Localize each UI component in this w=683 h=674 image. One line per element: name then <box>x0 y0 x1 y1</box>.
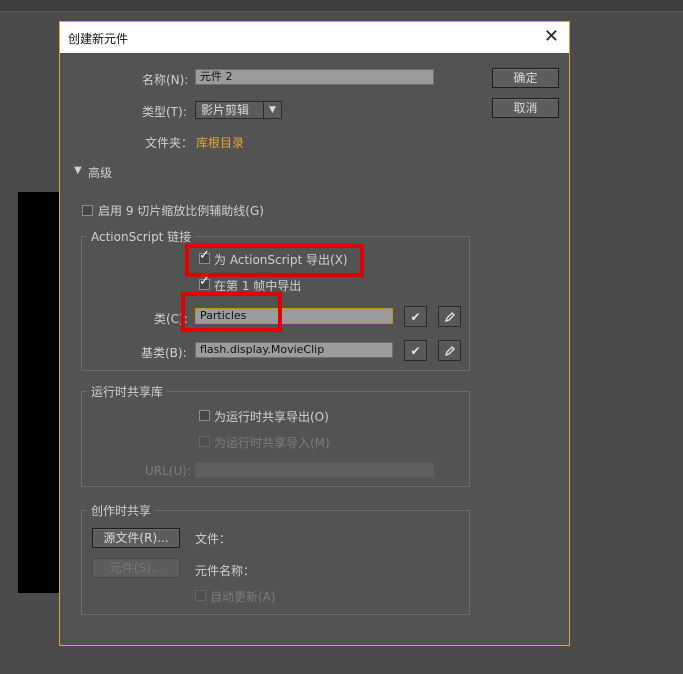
auto-update-checkbox[interactable] <box>195 590 206 601</box>
base-class-label: 基类(B): <box>141 346 187 360</box>
edit-base-class-button[interactable] <box>438 340 461 361</box>
dialog-title: 创建新元件 <box>68 32 129 46</box>
checkmark-icon: ✔ <box>410 343 421 358</box>
name-input[interactable]: 元件 2 <box>195 69 434 85</box>
chevron-down-icon: ▼ <box>263 102 281 118</box>
folder-link[interactable]: 库根目录 <box>196 134 244 151</box>
triangle-down-icon[interactable]: ▼ <box>74 165 82 176</box>
checkmark-icon: ✓ <box>199 248 210 263</box>
source-file-button[interactable]: 源文件(R)... <box>92 528 180 548</box>
authoring-group-title: 创作时共享 <box>87 502 156 519</box>
type-label: 类型(T): <box>142 105 187 119</box>
runtime-export-label: 为运行时共享导出(O) <box>214 410 329 424</box>
pencil-icon <box>444 345 455 356</box>
cancel-button[interactable]: 取消 <box>492 98 559 118</box>
pencil-icon <box>444 311 455 322</box>
checkmark-icon: ✓ <box>199 274 210 289</box>
runtime-import-label: 为运行时共享导入(M) <box>214 436 330 450</box>
folder-label: 文件夹： <box>145 136 194 150</box>
advanced-toggle-label[interactable]: 高级 <box>88 164 112 181</box>
close-icon[interactable]: ✕ <box>544 27 559 47</box>
export-actionscript-checkbox[interactable]: ✓ <box>199 249 210 264</box>
ok-button[interactable]: 确定 <box>492 68 559 88</box>
runtime-import-checkbox[interactable] <box>199 436 210 447</box>
url-input[interactable] <box>195 462 434 478</box>
runtime-group-title: 运行时共享库 <box>87 383 168 400</box>
nine-slice-label: 启用 9 切片缩放比例辅助线(G) <box>98 204 264 218</box>
symbol-name-label: 元件名称： <box>195 564 256 578</box>
auto-update-label: 自动更新(A) <box>210 590 276 604</box>
file-label: 文件： <box>195 532 232 546</box>
name-label: 名称(N): <box>142 73 189 87</box>
symbol-button[interactable]: 元件(S)... <box>92 558 180 578</box>
class-label: 类(C): <box>154 312 188 326</box>
base-class-input[interactable]: flash.display.MovieClip <box>195 342 393 358</box>
export-actionscript-label: 为 ActionScript 导出(X) <box>214 253 348 267</box>
checkmark-icon: ✔ <box>410 309 421 324</box>
edit-class-button[interactable] <box>438 306 461 327</box>
type-dropdown[interactable]: 影片剪辑 ▼ <box>195 101 282 119</box>
dialog-titlebar: 创建新元件 ✕ <box>60 22 569 53</box>
validate-class-button[interactable]: ✔ <box>404 306 427 327</box>
nine-slice-checkbox[interactable] <box>82 205 93 216</box>
class-input[interactable]: Particles <box>195 308 393 324</box>
type-dropdown-value: 影片剪辑 <box>201 103 250 117</box>
url-label: URL(U): <box>145 464 191 478</box>
export-frame1-checkbox[interactable]: ✓ <box>199 275 210 290</box>
create-symbol-dialog: 创建新元件 ✕ 名称(N): 元件 2 类型(T): 影片剪辑 ▼ 文件夹： 库… <box>59 21 570 646</box>
actionscript-group-title: ActionScript 链接 <box>87 228 196 245</box>
background-top-strip <box>0 0 683 12</box>
validate-base-class-button[interactable]: ✔ <box>404 340 427 361</box>
export-frame1-label: 在第 1 帧中导出 <box>214 279 302 293</box>
background-black-panel <box>18 192 60 593</box>
runtime-export-checkbox[interactable] <box>199 410 210 421</box>
